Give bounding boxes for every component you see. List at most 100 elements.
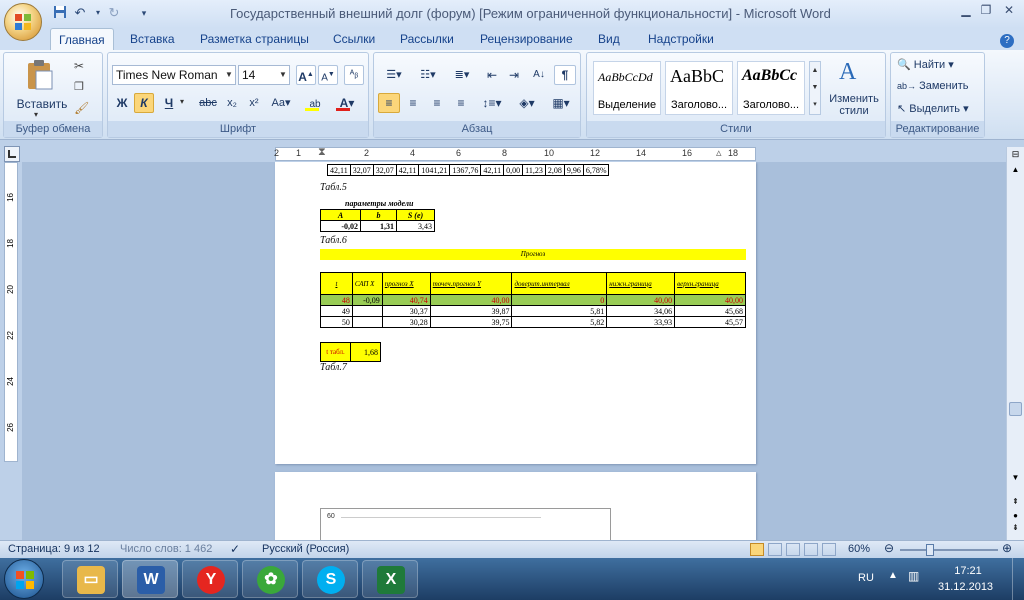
outline-icon[interactable] [804,543,818,556]
proofing-icon[interactable]: ✓ [230,542,240,556]
clear-formatting-button[interactable]: ᴬᵦ [344,65,364,85]
page-indicator[interactable]: Страница: 9 из 12 [8,543,100,555]
office-button[interactable] [4,3,42,41]
tab-selector-icon[interactable] [4,146,20,162]
format-painter-icon[interactable]: 🖌 [74,101,89,115]
font-name-combo[interactable]: Times New Roman ▼ [112,65,236,85]
replace-button[interactable]: ab→ Заменить [897,80,969,92]
shading-button[interactable]: ◈▾ [512,93,542,113]
show-marks-button[interactable]: ¶ [554,65,576,85]
taskbar-excel[interactable]: X [362,560,418,598]
bullets-button[interactable]: ☰▾ [378,65,410,85]
network-icon[interactable]: ▥ [908,569,919,583]
shrink-font-button[interactable]: A▼ [318,65,338,85]
decrease-indent-button[interactable]: ⇤ [482,65,502,85]
scroll-up-icon[interactable]: ▲ [1009,165,1022,179]
tray-expand-icon[interactable]: ▲ [888,570,898,581]
right-indent-marker[interactable]: ▵ [716,146,722,159]
taskbar-yandex[interactable]: Y [182,560,238,598]
multilevel-list-button[interactable]: ≣▾ [446,65,478,85]
language-tray[interactable]: RU [858,572,874,584]
language-indicator[interactable]: Русский (Россия) [262,543,349,555]
minimize-button[interactable]: ▁ [955,2,977,18]
highlight-button[interactable]: ab [302,93,328,113]
tab-home[interactable]: Главная [50,28,114,50]
tab-review[interactable]: Рецензирование [472,28,581,50]
underline-dropdown-icon[interactable]: ▾ [180,97,184,106]
italic-button[interactable]: К [134,93,154,113]
styles-scroll[interactable]: ▲ ▼ ▾ [809,61,821,115]
scroll-down-icon[interactable]: ▼ [1009,473,1022,487]
chart-frame[interactable]: 60 [320,508,611,540]
zoom-out-icon[interactable]: ⊖ [884,541,894,555]
start-button[interactable] [4,559,44,599]
tab-mailings[interactable]: Рассылки [392,28,462,50]
customize-qat-icon[interactable]: ▾ [136,5,152,21]
numbering-button[interactable]: ☷▾ [412,65,444,85]
change-styles-button[interactable]: A Изменить стили [825,57,883,121]
zoom-level[interactable]: 60% [848,543,870,555]
left-indent-marker[interactable]: ⧗ [318,146,326,159]
find-button[interactable]: 🔍 Найти ▾ [897,58,954,71]
subscript-button[interactable]: x₂ [222,93,242,113]
horizontal-ruler[interactable]: 2 ⧗ 1 2 4 6 8 10 12 14 16 ▵ 18 [274,146,756,161]
zoom-slider[interactable] [900,549,998,551]
undo-icon[interactable]: ↶ [72,5,88,21]
zoom-slider-thumb[interactable] [926,544,934,556]
tab-insert[interactable]: Вставка [122,28,183,50]
taskbar-explorer[interactable]: ▭ [62,560,118,598]
line-spacing-button[interactable]: ↕≡▾ [476,93,508,113]
clock-time[interactable]: 17:21 [946,565,990,577]
save-icon[interactable] [52,5,68,21]
scroll-thumb[interactable] [1009,402,1022,416]
document-page[interactable]: 60 [275,472,756,540]
document-page[interactable]: 42,11 32,07 32,07 42,11 1041,21 1367,76 … [275,162,756,464]
web-layout-icon[interactable] [786,543,800,556]
bold-button[interactable]: Ж [112,93,132,113]
redo-icon[interactable]: ↻ [106,5,122,21]
taskbar-word[interactable]: W [122,560,178,598]
full-screen-icon[interactable] [768,543,782,556]
style-emphasis[interactable]: AaBbCcDd Выделение [593,61,661,115]
vertical-ruler[interactable]: 16 18 20 22 24 26 [0,162,22,540]
split-icon[interactable]: ⊟ [1009,149,1022,163]
style-heading-1[interactable]: AaBbC Заголово... [665,61,733,115]
browse-object-icon[interactable]: ● [1009,511,1022,523]
vertical-scrollbar[interactable]: ⊟ ▲ ▼ ⇞ ● ⇟ [1006,147,1024,540]
document-workspace[interactable]: 42,11 32,07 32,07 42,11 1041,21 1367,76 … [22,162,1006,540]
paste-button[interactable]: Вставить ▾ [12,57,67,119]
draft-icon[interactable] [822,543,836,556]
borders-button[interactable]: ▦▾ [546,93,576,113]
font-size-combo[interactable]: 14 ▼ [238,65,290,85]
justify-button[interactable]: ≡ [450,93,472,113]
help-icon[interactable]: ? [1000,28,1014,50]
previous-page-icon[interactable]: ⇞ [1009,497,1022,511]
align-right-button[interactable]: ≡ [426,93,448,113]
cut-icon[interactable]: ✂ [74,59,84,73]
taskbar-skype[interactable]: S [302,560,358,598]
change-case-button[interactable]: Aa▾ [268,93,294,113]
font-color-button[interactable]: A▾ [332,93,362,113]
show-desktop-button[interactable] [1012,558,1024,600]
word-count[interactable]: Число слов: 1 462 [120,543,212,555]
print-layout-icon[interactable] [750,543,764,556]
align-left-button[interactable]: ≡ [378,93,400,113]
clock-date[interactable]: 31.12.2013 [938,581,993,593]
underline-button[interactable]: Ч [158,93,180,113]
increase-indent-button[interactable]: ⇥ [504,65,524,85]
sort-button[interactable]: A↓ [528,65,550,85]
align-center-button[interactable]: ≡ [402,93,424,113]
copy-icon[interactable]: ❐ [74,80,84,93]
superscript-button[interactable]: x² [244,93,264,113]
restore-button[interactable]: ❐ [975,2,997,18]
taskbar-icq[interactable]: ✿ [242,560,298,598]
tab-page-layout[interactable]: Разметка страницы [192,28,317,50]
tab-view[interactable]: Вид [590,28,628,50]
strikethrough-button[interactable]: abc [196,93,220,113]
close-button[interactable]: ✕ [998,2,1020,18]
zoom-in-icon[interactable]: ⊕ [1002,541,1012,555]
undo-dropdown-icon[interactable]: ▾ [90,5,106,21]
grow-font-button[interactable]: A▲ [296,65,316,85]
tab-references[interactable]: Ссылки [325,28,383,50]
style-heading-2[interactable]: AaBbCc Заголово... [737,61,805,115]
